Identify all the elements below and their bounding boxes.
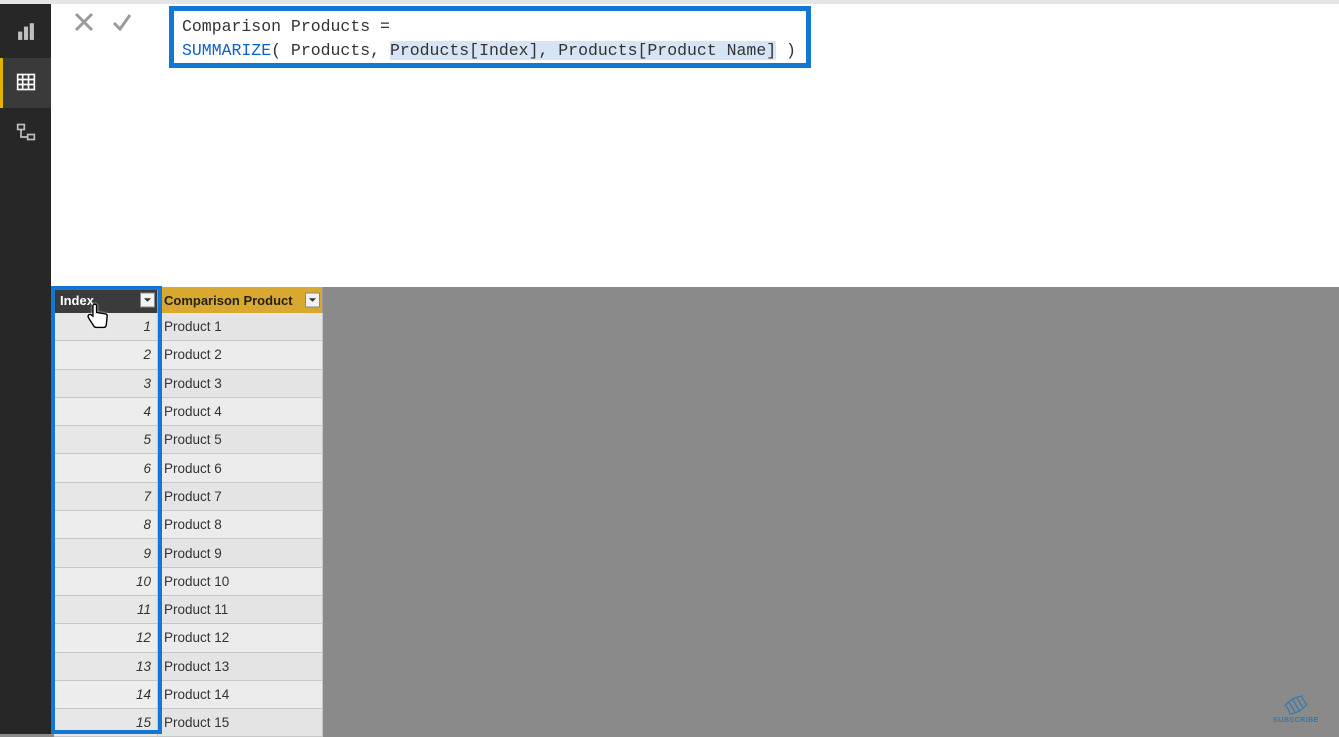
table-cell-product[interactable]: Product 5 bbox=[158, 426, 323, 454]
formula-bar[interactable]: Comparison Products = SUMMARIZE( Product… bbox=[169, 6, 811, 68]
commit-formula-button[interactable] bbox=[107, 8, 137, 38]
table-cell-index[interactable]: 8 bbox=[54, 511, 158, 539]
table-cell-product[interactable]: Product 8 bbox=[158, 511, 323, 539]
table-cell-index[interactable]: 7 bbox=[54, 483, 158, 511]
table-cell-index[interactable]: 12 bbox=[54, 624, 158, 652]
check-icon bbox=[110, 10, 134, 37]
table-cell-product[interactable]: Product 13 bbox=[158, 653, 323, 681]
nav-report-view[interactable] bbox=[0, 8, 51, 58]
table-cell-product[interactable]: Product 6 bbox=[158, 454, 323, 482]
chevron-down-icon bbox=[308, 293, 317, 308]
table-cell-index[interactable]: 13 bbox=[54, 653, 158, 681]
formula-panel: Comparison Products = SUMMARIZE( Product… bbox=[51, 4, 1339, 287]
table-cell-product[interactable]: Product 1 bbox=[158, 313, 323, 341]
table-cell-product[interactable]: Product 7 bbox=[158, 483, 323, 511]
formula-close: ) bbox=[776, 41, 796, 60]
subscribe-watermark: SUBSCRIBE bbox=[1271, 695, 1321, 724]
column-filter-button[interactable] bbox=[140, 293, 155, 308]
table-cell-product[interactable]: Product 10 bbox=[158, 568, 323, 596]
table-cell-product[interactable]: Product 14 bbox=[158, 681, 323, 709]
table-icon bbox=[16, 72, 36, 95]
column-header-index[interactable]: Index bbox=[54, 287, 158, 313]
dna-icon bbox=[1281, 695, 1311, 715]
formula-line1: Comparison Products = bbox=[182, 17, 390, 36]
table-cell-index[interactable]: 15 bbox=[54, 709, 158, 737]
table-cell-index[interactable]: 4 bbox=[54, 398, 158, 426]
formula-selection: Products[Index], Products[Product Name] bbox=[390, 41, 776, 60]
data-grid-region: Index 123456789101112131415 Comparison P… bbox=[51, 287, 1339, 734]
column-index: Index 123456789101112131415 bbox=[54, 287, 158, 737]
table-cell-index[interactable]: 1 bbox=[54, 313, 158, 341]
chevron-down-icon bbox=[143, 293, 152, 308]
table-cell-index[interactable]: 9 bbox=[54, 539, 158, 567]
formula-open: ( Products, bbox=[271, 41, 390, 60]
column-header-product-label: Comparison Product bbox=[164, 293, 293, 308]
formula-toolbar bbox=[65, 4, 165, 42]
bar-chart-icon bbox=[16, 22, 36, 45]
table-cell-index[interactable]: 11 bbox=[54, 596, 158, 624]
table-cell-index[interactable]: 14 bbox=[54, 681, 158, 709]
table-cell-product[interactable]: Product 3 bbox=[158, 370, 323, 398]
table-cell-index[interactable]: 10 bbox=[54, 568, 158, 596]
cancel-formula-button[interactable] bbox=[69, 8, 99, 38]
left-nav bbox=[0, 4, 51, 734]
table-cell-product[interactable]: Product 12 bbox=[158, 624, 323, 652]
table-cell-index[interactable]: 6 bbox=[54, 454, 158, 482]
column-header-index-label: Index bbox=[60, 293, 94, 308]
table-cell-index[interactable]: 2 bbox=[54, 341, 158, 369]
column-header-product[interactable]: Comparison Product bbox=[158, 287, 323, 313]
close-icon bbox=[72, 10, 96, 37]
table-cell-product[interactable]: Product 4 bbox=[158, 398, 323, 426]
table-cell-product[interactable]: Product 11 bbox=[158, 596, 323, 624]
table-cell-product[interactable]: Product 2 bbox=[158, 341, 323, 369]
nav-model-view[interactable] bbox=[0, 108, 51, 158]
table-cell-product[interactable]: Product 9 bbox=[158, 539, 323, 567]
subscribe-label: SUBSCRIBE bbox=[1271, 717, 1321, 724]
column-comparison-product: Comparison Product Product 1Product 2Pro… bbox=[158, 287, 323, 737]
table-cell-index[interactable]: 3 bbox=[54, 370, 158, 398]
table-cell-product[interactable]: Product 15 bbox=[158, 709, 323, 737]
relationship-icon bbox=[16, 122, 36, 145]
nav-data-view[interactable] bbox=[0, 58, 51, 108]
data-table: Index 123456789101112131415 Comparison P… bbox=[54, 287, 323, 737]
column-filter-button[interactable] bbox=[305, 293, 320, 308]
formula-keyword: SUMMARIZE bbox=[182, 41, 271, 60]
table-cell-index[interactable]: 5 bbox=[54, 426, 158, 454]
